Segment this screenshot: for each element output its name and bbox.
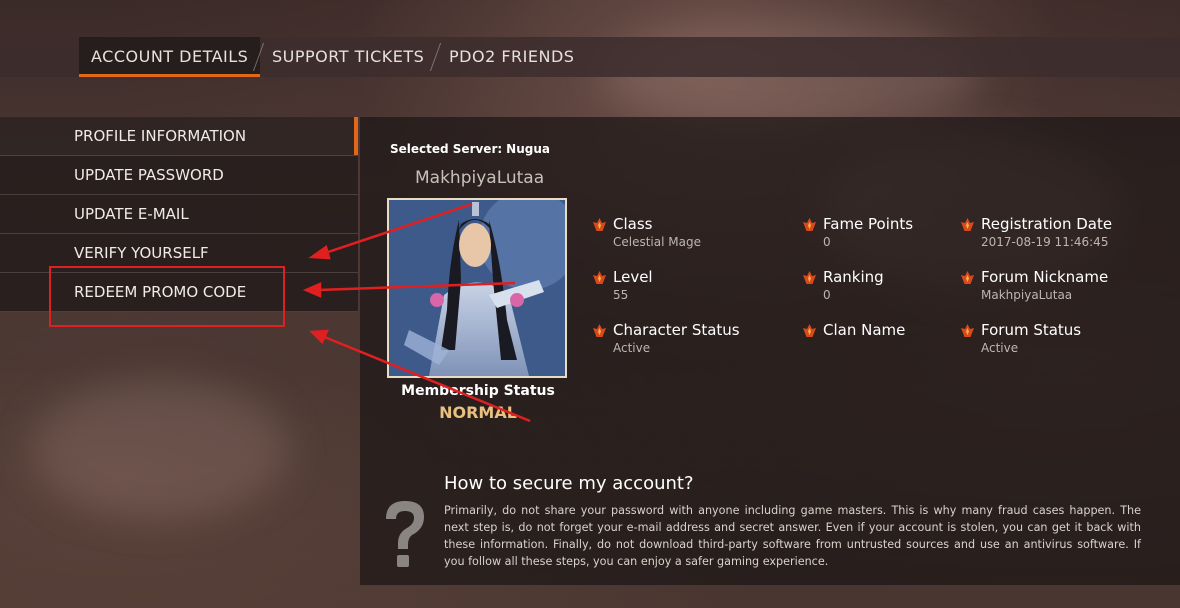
flame-icon xyxy=(961,271,974,284)
flame-icon xyxy=(803,271,816,284)
info-forum-status: Forum Status Active xyxy=(961,321,1081,355)
flame-icon xyxy=(593,324,606,337)
side-item-update-email[interactable]: UPDATE E-MAIL xyxy=(0,195,358,234)
annotation-arrowhead xyxy=(309,329,330,345)
info-forum-nickname: Forum Nickname MakhpiyaLutaa xyxy=(961,268,1108,302)
info-registration-date: Registration Date 2017-08-19 11:46:45 xyxy=(961,215,1112,249)
flame-icon xyxy=(593,271,606,284)
info-clan-name: Clan Name xyxy=(803,321,905,341)
flame-icon xyxy=(803,218,816,231)
membership-status-label: Membership Status xyxy=(401,383,555,399)
info-class: Class Celestial Mage xyxy=(593,215,701,249)
info-label: Fame Points xyxy=(823,215,914,233)
character-portrait-art xyxy=(389,200,565,376)
question-mark-icon xyxy=(386,501,424,567)
character-name: MakhpiyaLutaa xyxy=(415,168,545,188)
info-label: Forum Status xyxy=(981,321,1082,339)
selected-server: Selected Server: Nugua xyxy=(390,142,550,156)
side-item-update-password[interactable]: UPDATE PASSWORD xyxy=(0,156,358,195)
flame-icon xyxy=(961,218,974,231)
info-label: Class xyxy=(613,215,653,233)
side-item-profile-information[interactable]: PROFILE INFORMATION xyxy=(0,117,358,156)
character-portrait xyxy=(387,198,567,378)
tab-pdo2-friends[interactable]: PDO2 FRIENDS xyxy=(437,37,586,77)
info-label: Registration Date xyxy=(981,215,1113,233)
info-label: Ranking xyxy=(823,268,884,286)
info-value: Active xyxy=(613,341,651,355)
info-level: Level 55 xyxy=(593,268,653,302)
info-fame-points: Fame Points 0 xyxy=(803,215,913,249)
profile-panel: Selected Server: Nugua MakhpiyaLutaa Mem… xyxy=(360,117,1180,585)
info-label: Clan Name xyxy=(823,321,906,339)
server-label: Selected Server: xyxy=(390,142,503,156)
membership-status-value: NORMAL xyxy=(439,403,517,422)
flame-icon xyxy=(961,324,974,337)
info-character-status: Character Status Active xyxy=(593,321,740,355)
info-label: Level xyxy=(613,268,653,286)
background-mist xyxy=(30,380,290,520)
info-value: 2017-08-19 11:46:45 xyxy=(981,235,1109,249)
flame-icon xyxy=(593,218,606,231)
server-value: Nugua xyxy=(506,142,550,156)
tab-support-tickets[interactable]: SUPPORT TICKETS xyxy=(260,37,436,77)
top-nav: ACCOUNT DETAILS SUPPORT TICKETS PDO2 FRI… xyxy=(0,37,1180,77)
info-value: 0 xyxy=(823,235,831,249)
info-ranking: Ranking 0 xyxy=(803,268,884,302)
flame-icon xyxy=(803,324,816,337)
tab-account-details[interactable]: ACCOUNT DETAILS xyxy=(79,37,261,77)
info-label: Character Status xyxy=(613,321,740,339)
help-title: How to secure my account? xyxy=(444,473,694,494)
info-value: Celestial Mage xyxy=(613,235,701,249)
info-value: Active xyxy=(981,341,1019,355)
info-label: Forum Nickname xyxy=(981,268,1109,286)
info-value: 55 xyxy=(613,288,629,302)
info-value: MakhpiyaLutaa xyxy=(981,288,1073,302)
help-text: Primarily, do not share your password wi… xyxy=(444,504,1141,568)
info-value: 0 xyxy=(823,288,831,302)
annotation-highlight-box xyxy=(49,266,285,327)
